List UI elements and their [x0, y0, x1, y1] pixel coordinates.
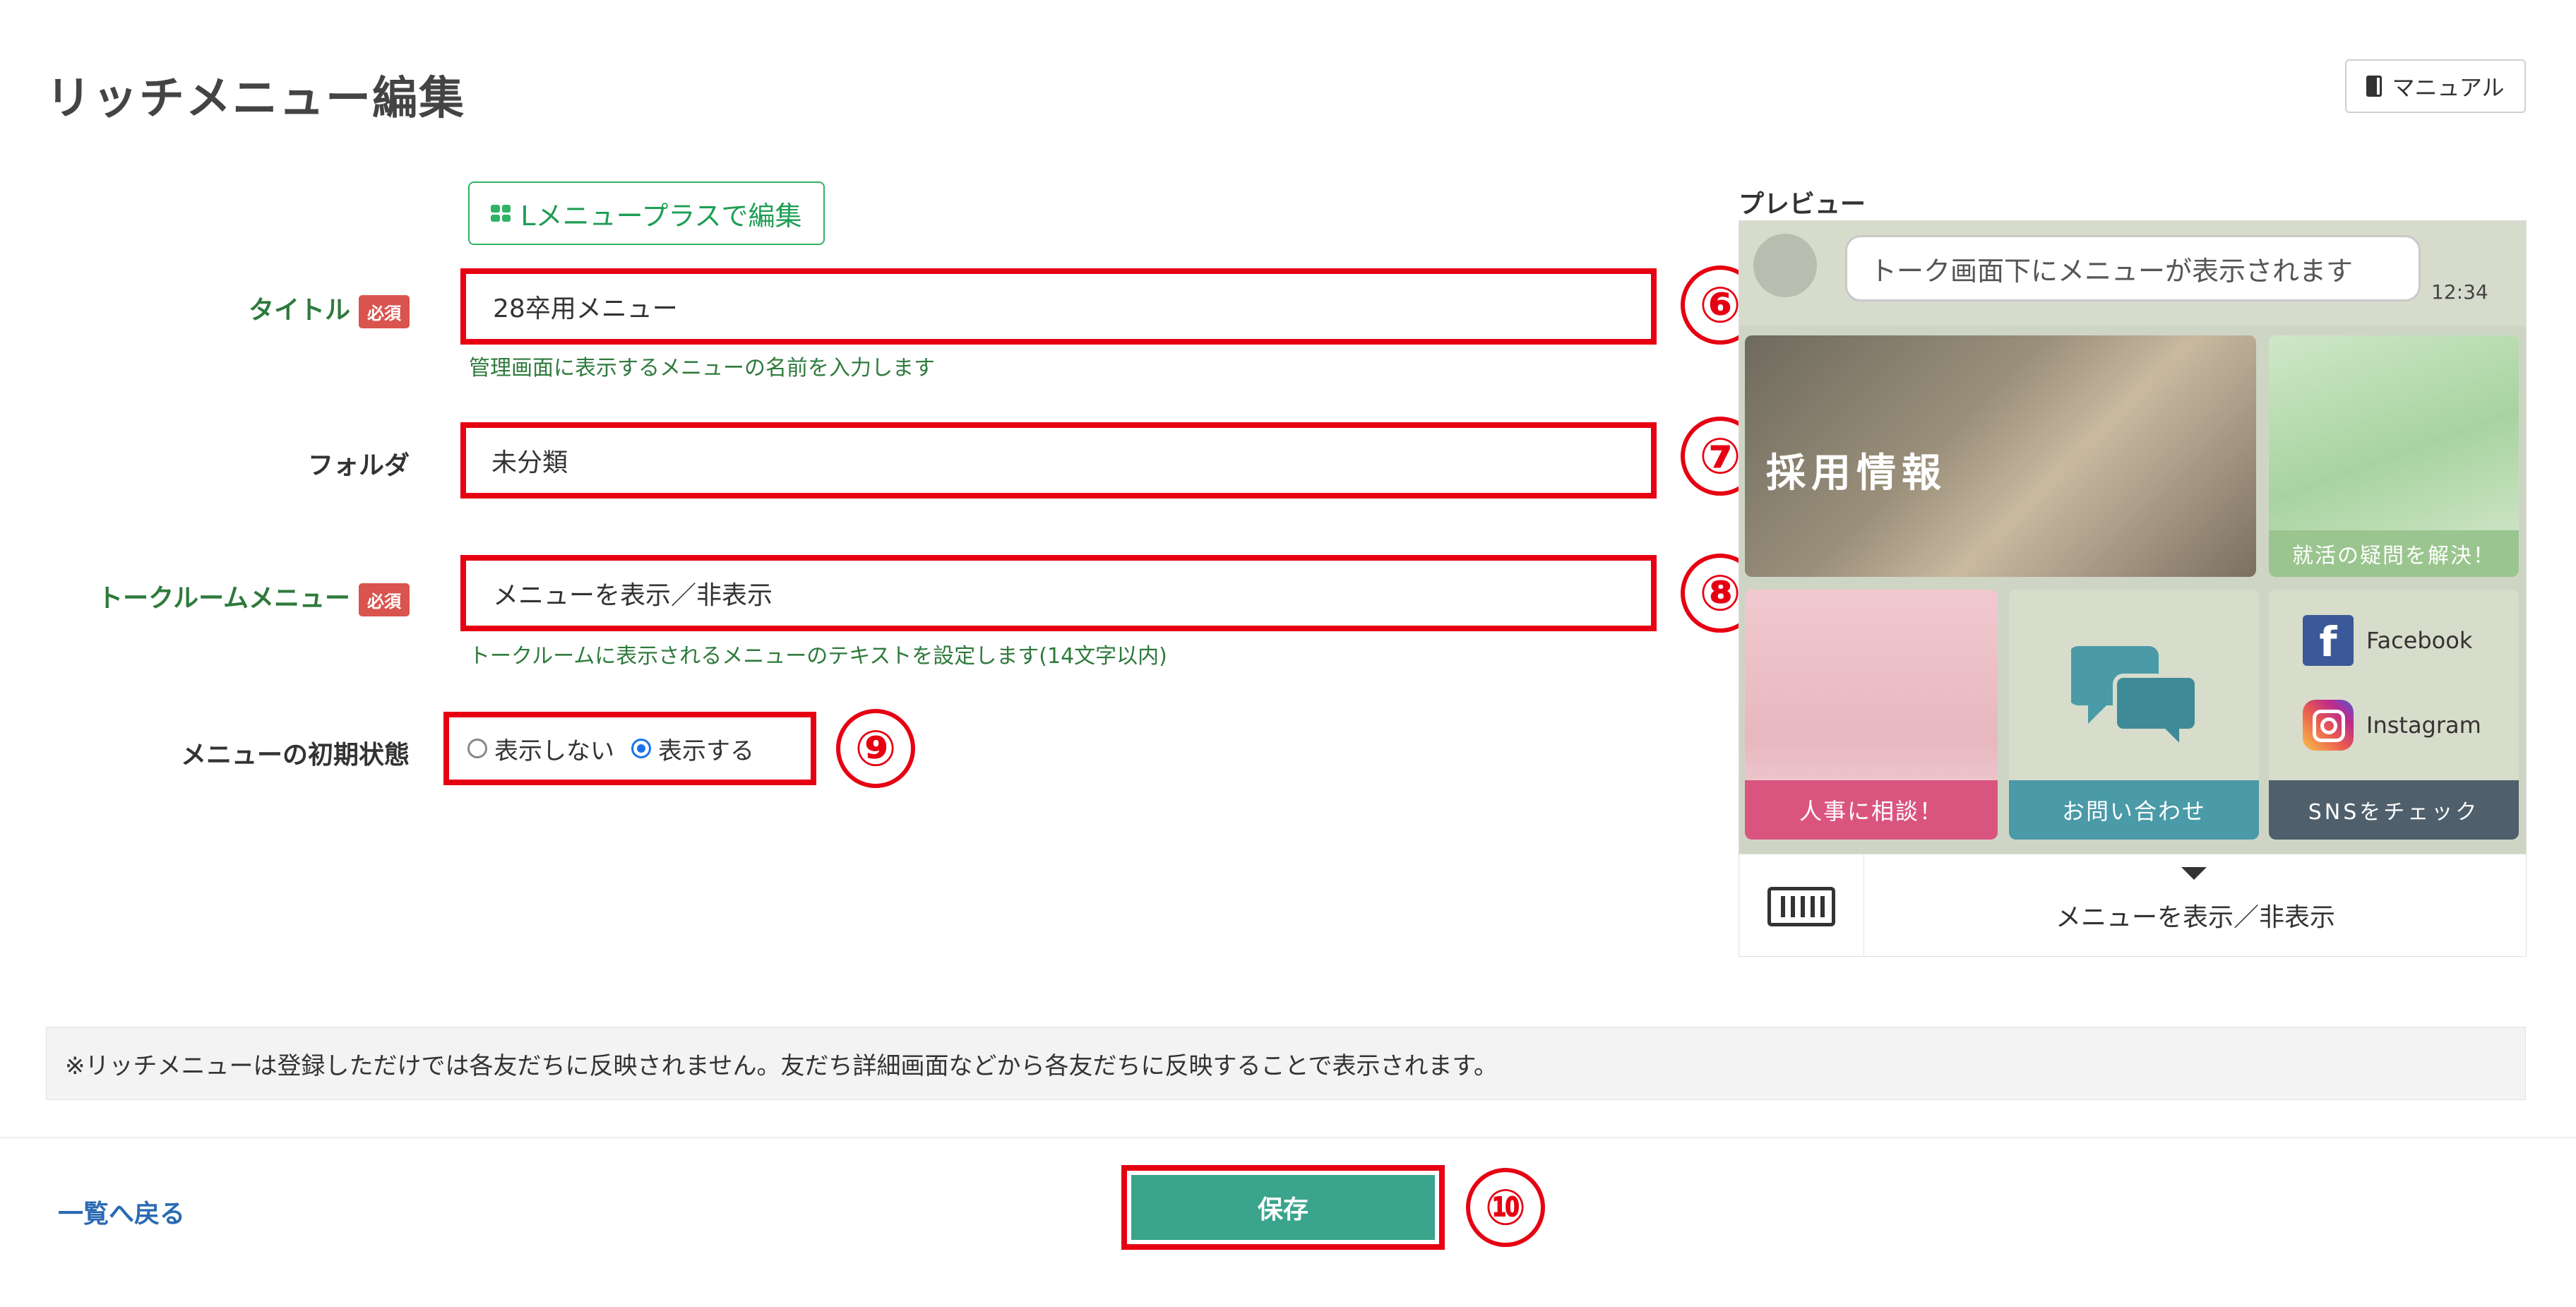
save-button-highlight: 保存 [1121, 1165, 1445, 1250]
facebook-label: Facebook [2366, 627, 2473, 654]
lmenu-plus-label: Lメニュープラスで編集 [520, 200, 802, 232]
preview-panel: トーク画面下にメニューが表示されます 12:34 採用情報 就活の疑問を解決！ … [1739, 220, 2527, 957]
chat-time: 12:34 [2431, 280, 2488, 304]
tile-sns: f Facebook Instagram SNSをチェック [2269, 590, 2519, 840]
avatar [1753, 234, 1817, 297]
tile-job-questions: 就活の疑問を解決！ [2269, 335, 2519, 577]
tile-recruit-info: 採用情報 [1745, 335, 2256, 577]
annotation-10: ⑩ [1466, 1168, 1545, 1247]
folder-select[interactable]: 未分類 [460, 422, 1657, 499]
tile-consult: 人事に相談！ [1745, 590, 1998, 840]
folder-select-value: 未分類 [491, 448, 568, 477]
lmenu-plus-edit-button[interactable]: Lメニュープラスで編集 [468, 181, 825, 245]
radio-show[interactable] [631, 739, 651, 758]
save-button[interactable]: 保存 [1131, 1175, 1435, 1240]
rich-menu: 採用情報 就活の疑問を解決！ 人事に相談！ お問い合わせ f Facebook … [1739, 326, 2526, 854]
notice-message: ※リッチメニューは登録しただけでは各友だちに反映されません。友だち詳細画面などか… [46, 1027, 2526, 1100]
title-field[interactable] [460, 268, 1657, 345]
caret-down-icon [2181, 867, 2207, 880]
divider [0, 1137, 2576, 1138]
chat-bubble: トーク画面下にメニューが表示されます [1845, 235, 2421, 302]
required-badge: 必須 [359, 583, 410, 616]
manual-button[interactable]: マニュアル [2345, 59, 2526, 113]
menu-toggle-text: メニューを表示／非表示 [2055, 903, 2335, 932]
tile-question-caption: 就活の疑問を解決！ [2269, 530, 2519, 577]
title-field-label: タイトル 必須 [155, 290, 410, 328]
talkroom-input[interactable] [491, 578, 1596, 609]
chat-area: トーク画面下にメニューが表示されます 12:34 [1739, 221, 2526, 326]
talkroom-help-text: トークルームに表示されるメニューのテキストを設定します(14文字以内) [469, 644, 1167, 669]
tile-sns-caption: SNSをチェック [2269, 780, 2519, 840]
keyboard-icon [1767, 886, 1835, 926]
keyboard-toggle [1739, 854, 1864, 956]
instagram-label: Instagram [2366, 712, 2481, 739]
initial-state-radio-group: 表示しない 表示する [443, 712, 816, 785]
radio-hide[interactable] [467, 739, 487, 758]
facebook-row: f Facebook [2303, 615, 2472, 666]
talkroom-field-label: トークルームメニュー 必須 [42, 578, 410, 616]
manual-label: マニュアル [2392, 74, 2505, 101]
initial-state-label: メニューの初期状態 [180, 741, 410, 770]
page-title: リッチメニュー編集 [46, 73, 465, 125]
instagram-row: Instagram [2303, 700, 2481, 751]
tile-contact: お問い合わせ [2009, 590, 2259, 840]
instagram-icon [2303, 700, 2354, 751]
grid-icon [491, 205, 511, 222]
title-help-text: 管理画面に表示するメニューの名前を入力します [469, 356, 935, 381]
radio-show-label[interactable]: 表示する [658, 732, 754, 766]
preview-label: プレビュー [1739, 190, 1866, 219]
back-to-list-link[interactable]: 一覧へ戻る [58, 1193, 185, 1230]
book-icon [2366, 76, 2383, 97]
talkroom-label-text: トークルームメニュー [97, 584, 350, 613]
folder-field-label: フォルダ [307, 451, 410, 480]
tile-recruit-text: 採用情報 [1766, 450, 1947, 496]
title-input[interactable] [491, 291, 1596, 322]
radio-hide-label[interactable]: 表示しない [494, 732, 614, 766]
tile-contact-caption: お問い合わせ [2009, 780, 2259, 840]
required-badge: 必須 [359, 294, 410, 328]
tile-consult-caption: 人事に相談！ [1745, 780, 1998, 840]
talkroom-field[interactable] [460, 555, 1657, 631]
title-label-text: タイトル [248, 296, 350, 325]
chat-bubbles-icon [2071, 646, 2198, 752]
facebook-icon: f [2303, 615, 2354, 666]
preview-bottom-bar: メニューを表示／非表示 [1739, 854, 2526, 956]
annotation-9: ⑨ [836, 709, 915, 788]
